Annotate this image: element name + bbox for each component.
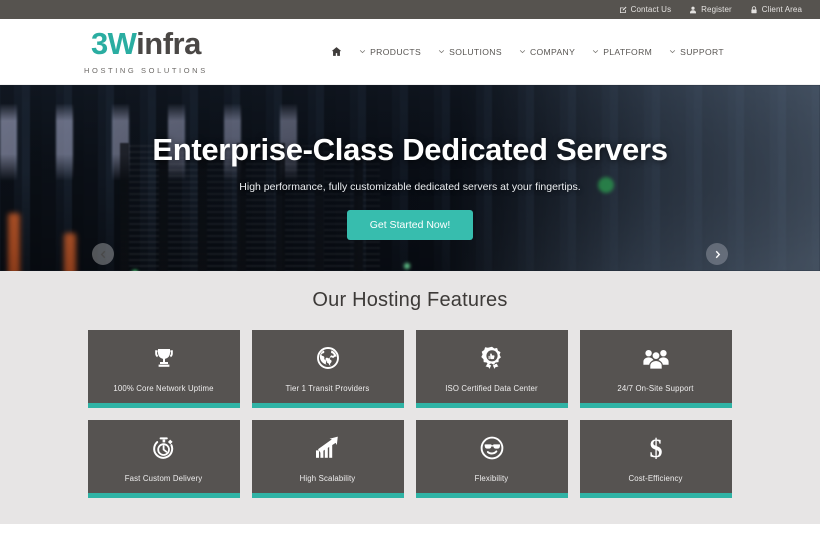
globe-icon bbox=[316, 343, 340, 373]
hero-title: Enterprise-Class Dedicated Servers bbox=[152, 132, 668, 167]
nav-item-solutions[interactable]: SOLUTIONS bbox=[438, 47, 502, 57]
contact-us-link[interactable]: Contact Us bbox=[619, 5, 672, 14]
feature-card-support[interactable]: 24/7 On-Site Support bbox=[579, 330, 732, 408]
chevron-down-icon bbox=[593, 50, 599, 54]
logo-wordmark: 3Winfra bbox=[91, 28, 201, 59]
carousel-prev-button[interactable] bbox=[92, 243, 114, 265]
growth-chart-icon bbox=[315, 433, 340, 463]
feature-card-delivery[interactable]: Fast Custom Delivery bbox=[87, 420, 240, 498]
main-navigation: PRODUCTS SOLUTIONS COMPANY PLATFORM SUPP… bbox=[331, 46, 724, 57]
nav-label-support: SUPPORT bbox=[680, 46, 724, 57]
cool-face-icon bbox=[480, 433, 504, 463]
stopwatch-icon bbox=[151, 433, 176, 463]
hero-content: Enterprise-Class Dedicated Servers High … bbox=[0, 132, 820, 241]
client-area-link[interactable]: Client Area bbox=[750, 5, 802, 14]
logo-3w: 3W bbox=[90, 26, 137, 61]
feature-card-uptime[interactable]: 100% Core Network Uptime bbox=[87, 330, 240, 408]
logo-infra: infra bbox=[136, 26, 201, 61]
lock-icon bbox=[751, 5, 757, 13]
nav-home-button[interactable] bbox=[331, 46, 342, 57]
nav-item-products[interactable]: PRODUCTS bbox=[359, 47, 421, 57]
feature-label-uptime: 100% Core Network Uptime bbox=[113, 384, 214, 393]
feature-card-transit[interactable]: Tier 1 Transit Providers bbox=[251, 330, 404, 408]
svg-text:$: $ bbox=[649, 435, 662, 461]
site-header: 3Winfra HOSTING SOLUTIONS PRODUCTS SOLUT… bbox=[0, 19, 820, 85]
register-link[interactable]: Register bbox=[689, 5, 732, 14]
feature-card-cost[interactable]: $ Cost-Efficiency bbox=[579, 420, 732, 498]
hero-subtitle: High performance, fully customizable ded… bbox=[239, 181, 581, 194]
register-label: Register bbox=[701, 5, 732, 14]
features-heading: Our Hosting Features bbox=[312, 289, 508, 311]
nav-label-solutions: SOLUTIONS bbox=[449, 46, 502, 57]
feature-label-scalability: High Scalability bbox=[299, 474, 356, 483]
nav-label-products: PRODUCTS bbox=[370, 46, 422, 57]
dollar-sign-icon: $ bbox=[644, 433, 668, 463]
chevron-down-icon bbox=[519, 50, 526, 54]
nav-label-company: COMPANY bbox=[529, 46, 576, 57]
chevron-down-icon bbox=[670, 50, 676, 54]
pencil-square-icon bbox=[619, 6, 627, 13]
nav-item-support[interactable]: SUPPORT bbox=[669, 47, 724, 57]
feature-label-delivery: Fast Custom Delivery bbox=[124, 474, 203, 483]
contact-us-label: Contact Us bbox=[630, 5, 672, 14]
chevron-down-icon bbox=[359, 50, 366, 54]
feature-label-support: 24/7 On-Site Support bbox=[617, 384, 694, 393]
chevron-down-icon bbox=[438, 50, 445, 54]
trophy-icon bbox=[152, 343, 176, 373]
feature-label-flexibility: Flexibility bbox=[474, 474, 509, 483]
chevron-left-icon bbox=[100, 250, 105, 258]
chevron-right-icon bbox=[715, 250, 720, 258]
feature-label-cost: Cost-Efficiency bbox=[628, 474, 683, 483]
features-section: Our Hosting Features 100% Core Network U… bbox=[0, 271, 820, 524]
feature-label-iso: ISO Certified Data Center bbox=[445, 384, 538, 393]
logo-tagline: HOSTING SOLUTIONS bbox=[84, 66, 208, 75]
home-icon bbox=[331, 47, 342, 56]
feature-label-transit: Tier 1 Transit Providers bbox=[285, 384, 370, 393]
features-grid: 100% Core Network Uptime Tier 1 Transit … bbox=[87, 330, 733, 498]
nav-label-platform: PLATFORM bbox=[603, 46, 653, 57]
top-utility-bar: Contact Us Register Client Area bbox=[0, 0, 820, 19]
client-area-label: Client Area bbox=[761, 5, 802, 14]
users-group-icon bbox=[642, 343, 669, 373]
user-icon bbox=[690, 6, 697, 13]
site-logo[interactable]: 3Winfra HOSTING SOLUTIONS bbox=[84, 28, 208, 75]
get-started-button[interactable]: Get Started Now! bbox=[346, 210, 474, 241]
feature-card-flexibility[interactable]: Flexibility bbox=[415, 420, 568, 498]
nav-item-platform[interactable]: PLATFORM bbox=[592, 47, 652, 57]
award-badge-icon bbox=[480, 343, 504, 373]
feature-card-iso[interactable]: ISO Certified Data Center bbox=[415, 330, 568, 408]
carousel-next-button[interactable] bbox=[706, 243, 728, 265]
feature-card-scalability[interactable]: High Scalability bbox=[251, 420, 404, 498]
hero-carousel: Enterprise-Class Dedicated Servers High … bbox=[0, 85, 820, 271]
nav-item-company[interactable]: COMPANY bbox=[519, 47, 575, 57]
